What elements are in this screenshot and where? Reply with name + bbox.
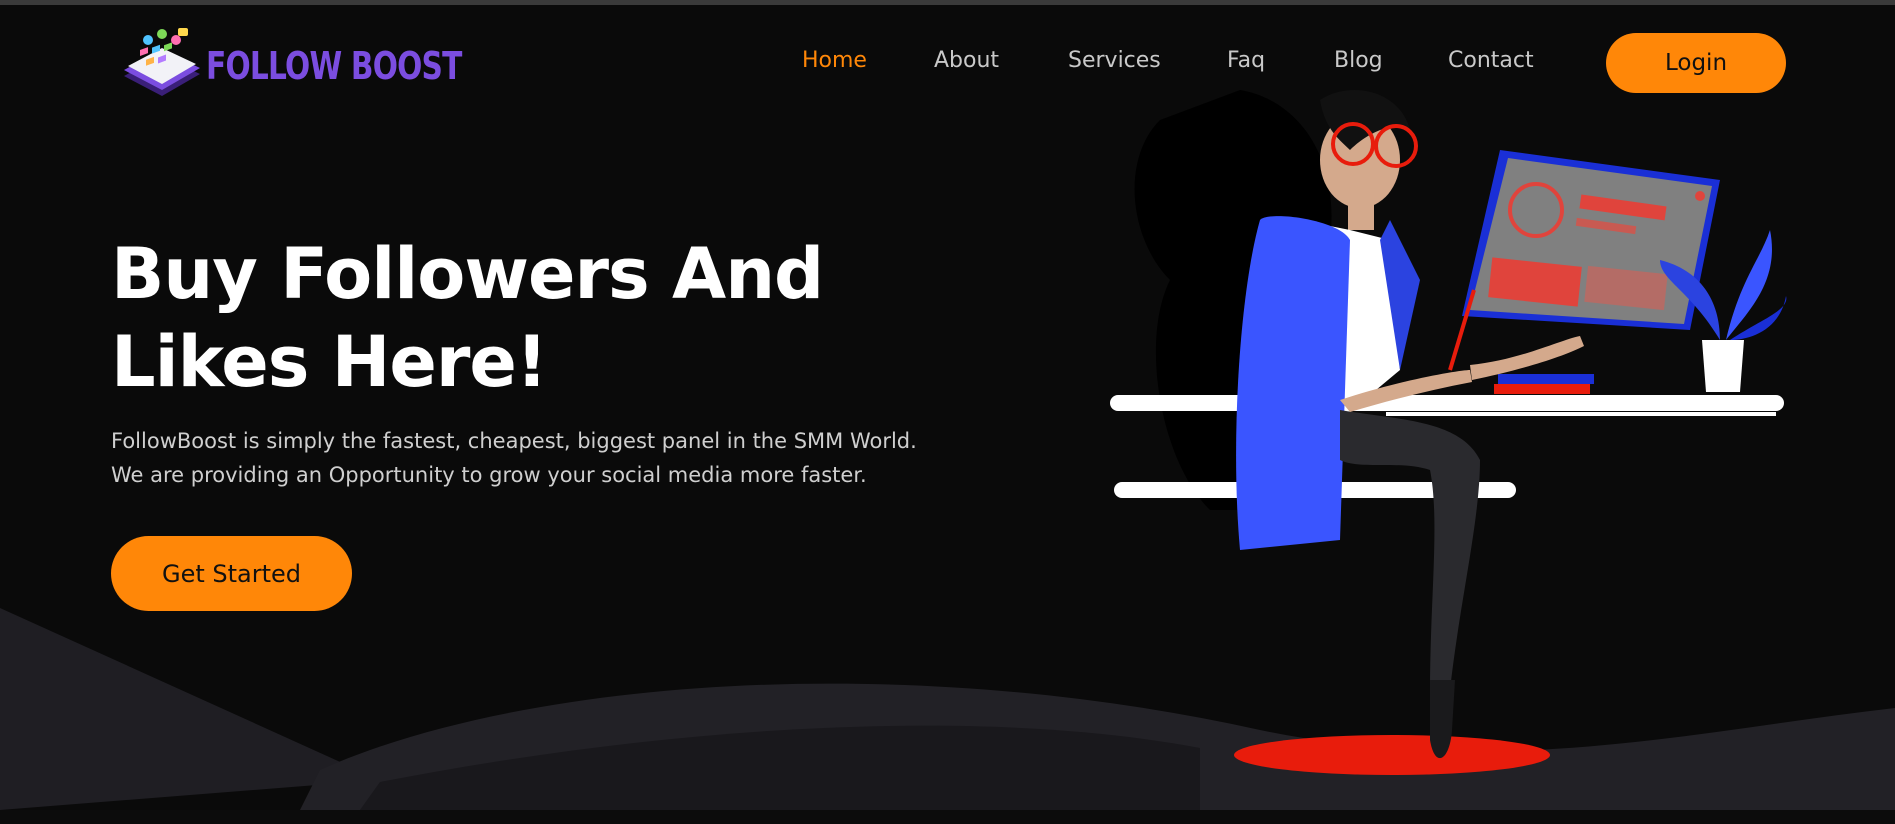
- phone-apps-logo-icon: [124, 28, 200, 96]
- hero-description-line2: We are providing an Opportunity to grow …: [111, 463, 867, 487]
- hero-title-line1: Buy Followers And: [111, 233, 824, 315]
- nav-item-about[interactable]: About: [934, 48, 999, 73]
- hero-description: FollowBoost is simply the fastest, cheap…: [111, 424, 931, 492]
- brand-logo[interactable]: FOLLOW BOOST: [118, 26, 534, 106]
- top-border: [0, 0, 1895, 5]
- hero-title: Buy Followers And Likes Here!: [111, 230, 831, 406]
- woman-at-desk-illustration: [1110, 90, 1787, 775]
- bottom-band: [0, 810, 1895, 824]
- get-started-button[interactable]: Get Started: [111, 536, 352, 611]
- brand-name: FOLLOW BOOST: [206, 44, 462, 88]
- hero-title-line2: Likes Here!: [111, 321, 548, 403]
- nav-item-home[interactable]: Home: [802, 48, 867, 73]
- hero-description-line1: FollowBoost is simply the fastest, cheap…: [111, 429, 917, 453]
